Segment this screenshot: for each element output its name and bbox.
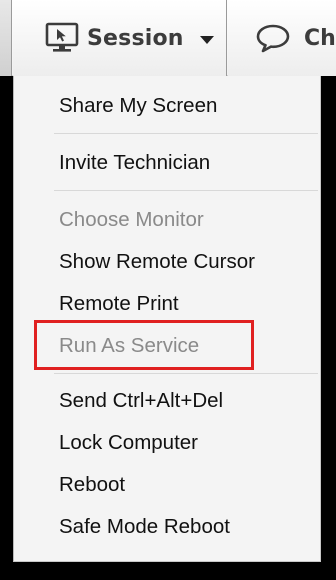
menu-separator (54, 133, 318, 134)
chat-bubble-icon (256, 24, 290, 53)
menu-item-show-remote-cursor[interactable]: Show Remote Cursor (59, 249, 255, 275)
menu-separator (54, 373, 318, 374)
menu-item-reboot[interactable]: Reboot (59, 472, 125, 498)
monitor-cursor-icon (45, 22, 79, 52)
toolbar: Session Ch (0, 0, 336, 76)
caret-down-icon (199, 36, 214, 44)
chat-button[interactable]: Ch (228, 0, 336, 76)
menu-item-send-ctrl-alt-del[interactable]: Send Ctrl+Alt+Del (59, 388, 223, 414)
chat-label: Ch (304, 25, 336, 51)
menu-item-share-my-screen[interactable]: Share My Screen (59, 93, 217, 119)
menu-item-safe-mode-reboot[interactable]: Safe Mode Reboot (59, 514, 230, 540)
menu-separator (54, 190, 318, 191)
highlight-annotation-box (34, 320, 254, 370)
menu-item-lock-computer[interactable]: Lock Computer (59, 430, 198, 456)
menu-item-remote-print[interactable]: Remote Print (59, 291, 179, 317)
menu-item-invite-technician[interactable]: Invite Technician (59, 150, 210, 176)
menu-item-choose-monitor: Choose Monitor (59, 208, 204, 231)
session-menu-button[interactable]: Session (13, 0, 227, 76)
session-dropdown-menu: Share My Screen Invite Technician Choose… (13, 76, 321, 562)
toolbar-left-edge (0, 0, 12, 76)
app-window: Session Ch Share My Screen Invite Techni… (0, 0, 336, 580)
session-label: Session (87, 25, 184, 51)
